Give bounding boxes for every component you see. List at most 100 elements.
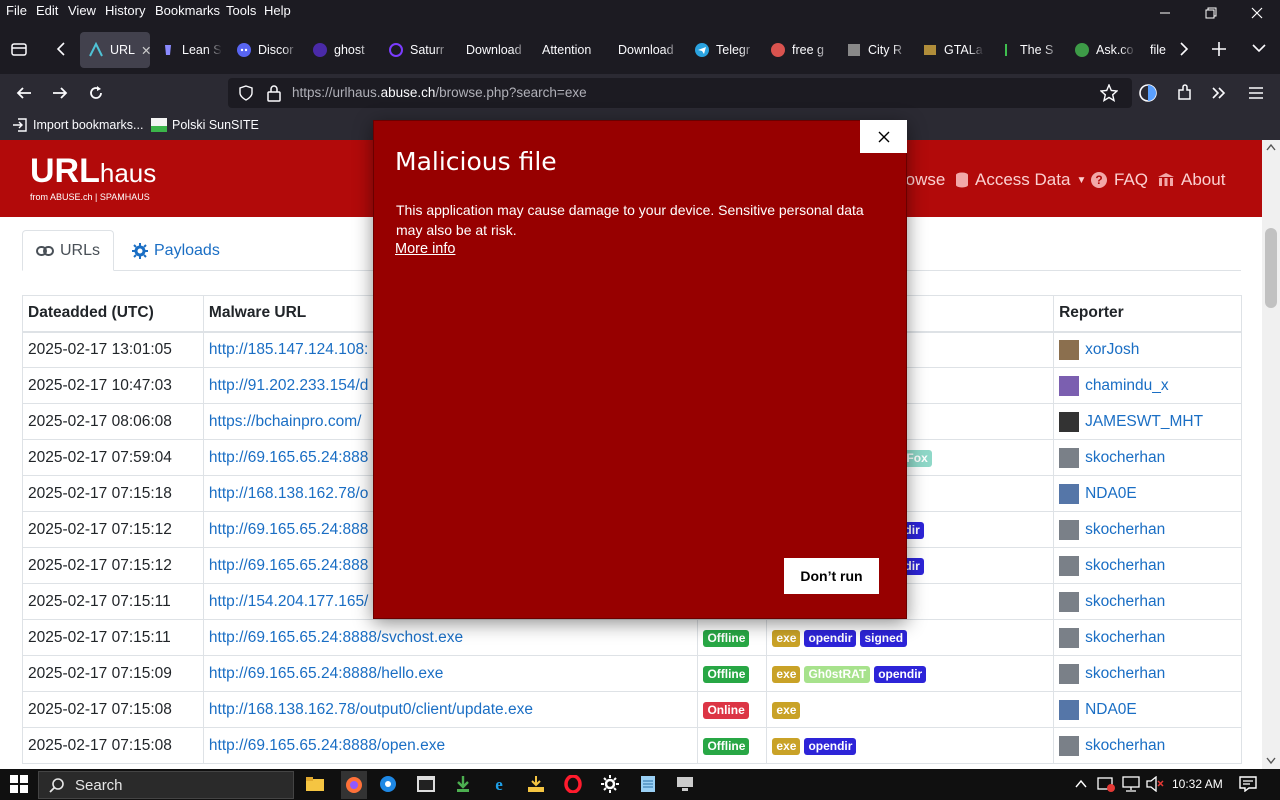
file-explorer-icon[interactable] <box>305 774 325 794</box>
reporter-link[interactable]: skocherhan <box>1085 665 1165 682</box>
tag-badge[interactable]: exe <box>772 737 801 755</box>
malware-url-link[interactable]: http://168.138.162.78/output0/client/upd… <box>209 701 533 718</box>
malware-url-link[interactable]: http://168.138.162.78/o <box>209 485 368 502</box>
reporter-link[interactable]: skocherhan <box>1085 557 1165 574</box>
network-computer-icon[interactable] <box>675 774 695 794</box>
restore-button[interactable] <box>1191 2 1231 24</box>
menu-view[interactable]: View <box>68 3 96 18</box>
tag-badge[interactable]: exe <box>772 665 801 683</box>
tab-payloads[interactable]: Payloads <box>132 230 220 271</box>
tab-attention[interactable]: Attention <box>542 32 604 68</box>
minimize-button[interactable] <box>1145 2 1185 24</box>
tag-badge[interactable]: signed <box>860 629 908 647</box>
malware-url-link[interactable]: http://154.204.177.165/ <box>209 593 368 610</box>
malware-url-link[interactable]: http://69.165.65.24:8888/open.exe <box>209 737 445 754</box>
import-bookmarks-item[interactable]: Import bookmarks... <box>12 118 143 132</box>
nav-about[interactable]: About <box>1157 170 1225 190</box>
tabs-scroll-left-icon[interactable] <box>55 41 67 57</box>
opera-icon[interactable] <box>563 774 583 794</box>
tag-badge[interactable]: Gh0stRAT <box>804 665 871 683</box>
reporter-link[interactable]: skocherhan <box>1085 737 1165 754</box>
taskbar-clock[interactable]: 10:32 AM <box>1172 777 1223 791</box>
forward-button[interactable] <box>46 80 74 106</box>
page-scrollbar[interactable] <box>1262 140 1280 769</box>
tab-close-icon[interactable]: ✕ <box>141 43 150 58</box>
new-tab-icon[interactable] <box>1211 41 1227 57</box>
malware-url-link[interactable]: http://69.165.65.24:888 <box>209 449 368 466</box>
menu-edit[interactable]: Edit <box>36 3 58 18</box>
reporter-link[interactable]: skocherhan <box>1085 521 1165 538</box>
volume-muted-icon[interactable] <box>1145 774 1165 794</box>
malware-url-link[interactable]: http://69.165.65.24:8888/hello.exe <box>209 665 443 682</box>
downloads-folder-icon[interactable] <box>526 774 546 794</box>
tab-download-1[interactable]: Download <box>466 32 528 68</box>
settings-gear-icon[interactable] <box>600 774 620 794</box>
notifications-icon[interactable] <box>1238 774 1258 794</box>
malware-url-link[interactable]: https://bchainpro.com/ <box>209 413 362 430</box>
hamburger-menu-icon[interactable] <box>1242 80 1270 106</box>
reporter-link[interactable]: skocherhan <box>1085 449 1165 466</box>
menu-tools[interactable]: Tools <box>226 3 256 18</box>
overflow-icon[interactable] <box>1205 80 1233 106</box>
more-info-link[interactable]: More info <box>395 241 455 257</box>
malware-url-link[interactable]: http://69.165.65.24:888 <box>209 521 368 538</box>
reload-button[interactable] <box>82 80 110 106</box>
reporter-link[interactable]: skocherhan <box>1085 593 1165 610</box>
windows-start-icon[interactable] <box>9 774 29 794</box>
tab-discord[interactable]: Discor <box>236 32 298 68</box>
malware-url-link[interactable]: http://69.165.65.24:888 <box>209 557 368 574</box>
tag-badge[interactable]: opendir <box>804 629 857 647</box>
bookmark-star-icon[interactable] <box>1100 84 1118 102</box>
header-reporter[interactable]: Reporter <box>1053 295 1242 333</box>
dialog-close-button[interactable] <box>860 120 907 153</box>
tab-overview-icon[interactable] <box>10 40 28 58</box>
show-hidden-icons-icon[interactable] <box>1071 774 1091 794</box>
tab-ghost[interactable]: ghost <box>312 32 374 68</box>
list-tabs-icon[interactable] <box>1252 43 1266 53</box>
reporter-link[interactable]: skocherhan <box>1085 629 1165 646</box>
reporter-link[interactable]: xorJosh <box>1085 341 1139 358</box>
menu-history[interactable]: History <box>105 3 145 18</box>
urlhaus-logo[interactable]: URLhaus <box>30 152 156 191</box>
tab-ask[interactable]: Ask.co <box>1074 32 1136 68</box>
notepad-icon[interactable] <box>638 774 658 794</box>
reporter-link[interactable]: NDA0E <box>1085 485 1137 502</box>
reporter-link[interactable]: NDA0E <box>1085 701 1137 718</box>
security-tray-icon[interactable] <box>1096 774 1116 794</box>
malware-url-link[interactable]: http://91.202.233.154/d <box>209 377 368 394</box>
tab-saturn[interactable]: Saturr <box>388 32 450 68</box>
tab-download-2[interactable]: Download <box>618 32 680 68</box>
extensions-icon[interactable] <box>1170 80 1198 106</box>
firefox-taskbar-icon[interactable] <box>341 771 367 799</box>
scroll-up-icon[interactable] <box>1266 143 1276 151</box>
menu-bookmarks[interactable]: Bookmarks <box>155 3 220 18</box>
tab-urlhaus[interactable]: URL ✕ <box>80 32 150 68</box>
back-button[interactable] <box>10 80 38 106</box>
reporter-link[interactable]: JAMESWT_MHT <box>1085 413 1203 430</box>
reporter-link[interactable]: chamindu_x <box>1085 377 1169 394</box>
nav-faq[interactable]: ? FAQ <box>1090 170 1148 190</box>
tab-urls[interactable]: URLs <box>22 230 114 271</box>
close-window-button[interactable] <box>1237 2 1277 24</box>
header-date[interactable]: Dateadded (UTC) <box>22 295 204 333</box>
tag-badge[interactable]: exe <box>772 629 801 647</box>
tab-city[interactable]: City R <box>846 32 908 68</box>
tabs-scroll-right-icon[interactable] <box>1178 41 1190 57</box>
polski-sunsite-bookmark[interactable]: Polski SunSITE <box>151 118 259 132</box>
tab-telegram[interactable]: Telegr <box>694 32 756 68</box>
scrollbar-thumb[interactable] <box>1265 228 1277 308</box>
lock-icon[interactable] <box>266 84 282 102</box>
edge-chromium-icon[interactable] <box>378 774 398 794</box>
tag-badge[interactable]: exe <box>772 701 801 719</box>
terminal-icon[interactable] <box>416 774 436 794</box>
malware-url-link[interactable]: http://185.147.124.108: <box>209 341 368 358</box>
internet-explorer-icon[interactable]: e <box>489 774 509 794</box>
account-icon[interactable] <box>1134 80 1162 106</box>
tab-the-s[interactable]: The S <box>998 32 1060 68</box>
nav-access-data[interactable]: Access Data ▼ <box>955 170 1086 190</box>
tab-free[interactable]: free g <box>770 32 832 68</box>
malware-url-link[interactable]: http://69.165.65.24:8888/svchost.exe <box>209 629 463 646</box>
address-bar[interactable]: https://urlhaus.abuse.ch/browse.php?sear… <box>228 78 1132 108</box>
shield-icon[interactable] <box>238 85 254 101</box>
tag-badge[interactable]: opendir <box>874 665 927 683</box>
